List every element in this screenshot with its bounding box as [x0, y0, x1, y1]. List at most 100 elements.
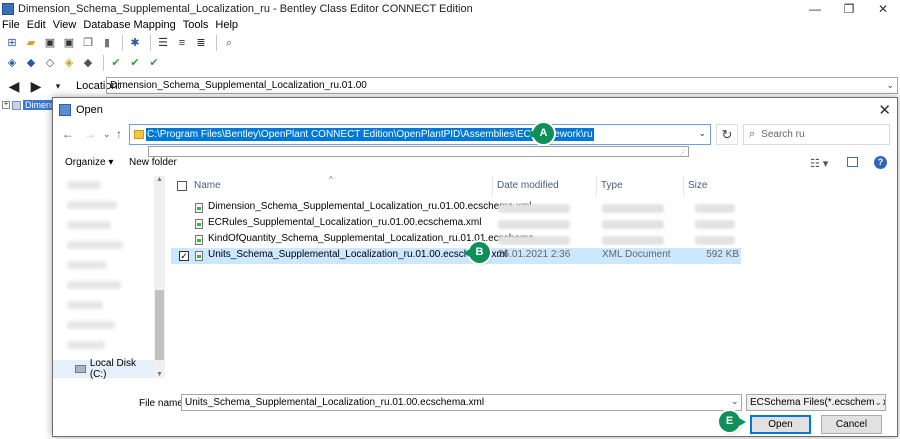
copy-icon[interactable]: ❐: [80, 35, 96, 51]
close-window-button[interactable]: ✕: [866, 0, 900, 18]
preview-pane-icon[interactable]: [847, 157, 858, 167]
nav-item-blurred[interactable]: [67, 341, 105, 349]
dialog-title: Open: [76, 104, 103, 116]
open-button[interactable]: Open: [750, 415, 811, 434]
list-view-icon[interactable]: ☰: [155, 35, 171, 51]
search-icon: ⌕: [749, 128, 756, 140]
nav-item-blurred[interactable]: [67, 181, 101, 189]
column-header-size[interactable]: Size: [684, 176, 741, 196]
file-list: ^ Name Date modified Type Size Dimension…: [171, 175, 741, 378]
scroll-down-icon[interactable]: ▼: [156, 371, 163, 378]
nav-item-blurred[interactable]: [67, 241, 123, 249]
schema-icon: [12, 100, 21, 110]
minimize-button[interactable]: —: [798, 0, 832, 18]
select-all-checkbox[interactable]: [177, 181, 187, 191]
close-icon[interactable]: ✕: [878, 101, 891, 119]
back-icon[interactable]: ←: [62, 127, 74, 141]
history-dropdown-icon[interactable]: ▾: [50, 78, 66, 94]
secondary-toolbar: ◈ ◆ ◇ ◈ ◆ ✔ ✔ ✔: [0, 53, 900, 73]
menu-file[interactable]: File: [0, 19, 25, 31]
forward-icon[interactable]: →: [84, 127, 96, 141]
open-folder-icon[interactable]: ▰: [23, 35, 39, 51]
file-type-select[interactable]: ECSchema Files(*.ecschema.xml ⌄: [746, 394, 886, 411]
scroll-up-icon[interactable]: ▲: [156, 176, 163, 183]
location-field[interactable]: Dimension_Schema_Supplemental_Localizati…: [106, 77, 898, 94]
save-as-icon[interactable]: ▣: [61, 35, 77, 51]
file-row[interactable]: Dimension_Schema_Supplemental_Localizati…: [171, 200, 741, 216]
nav-item-blurred[interactable]: [67, 301, 103, 309]
restore-button[interactable]: ❐: [832, 0, 866, 18]
refresh-icon[interactable]: ↻: [716, 124, 738, 145]
settings-gear-icon[interactable]: ✱: [127, 35, 143, 51]
help-icon[interactable]: ?: [874, 156, 887, 169]
cancel-button[interactable]: Cancel: [821, 415, 882, 434]
import-icon[interactable]: ✔: [127, 55, 143, 71]
column-header-name[interactable]: ^ Name: [171, 175, 493, 196]
chevron-down-icon[interactable]: ⌄: [886, 78, 894, 93]
callout-a: A: [527, 123, 554, 144]
search-icon[interactable]: ⌕: [221, 35, 237, 51]
scroll-thumb[interactable]: [155, 290, 164, 360]
nav-item-blurred[interactable]: [67, 201, 117, 209]
chevron-down-icon[interactable]: ⌄: [874, 395, 882, 410]
file-name: KindOfQuantity_Schema_Supplemental_Local…: [208, 233, 543, 244]
back-arrow-icon[interactable]: ◀: [6, 78, 22, 94]
forward-arrow-icon[interactable]: ▶: [28, 78, 44, 94]
nav-item-blurred[interactable]: [67, 281, 121, 289]
export-icon[interactable]: ✔: [146, 55, 162, 71]
blurred-size: [695, 220, 735, 229]
xml-file-icon: [195, 203, 203, 213]
change-view-icon[interactable]: ☷ ▾: [810, 157, 828, 170]
tree-view-icon[interactable]: ≡: [174, 35, 190, 51]
up-folder-icon[interactable]: ↑: [116, 127, 122, 141]
file-row[interactable]: KindOfQuantity_Schema_Supplemental_Local…: [171, 232, 741, 248]
add-class-icon[interactable]: ◈: [4, 55, 20, 71]
hierarchy-view-icon[interactable]: ≣: [193, 35, 209, 51]
toolbar-divider: [103, 55, 104, 71]
nav-scrollbar[interactable]: ▲ ▼: [154, 176, 165, 378]
add-struct-icon[interactable]: ◈: [61, 55, 77, 71]
add-relationship-icon[interactable]: ◇: [42, 55, 58, 71]
file-name-field[interactable]: [181, 394, 742, 411]
menu-help[interactable]: Help: [213, 19, 243, 31]
file-type-value: ECSchema Files(*.ecschema.xml: [750, 397, 886, 408]
column-header-row: ^ Name Date modified Type Size: [171, 175, 741, 196]
chevron-down-icon[interactable]: ⌄: [731, 396, 739, 407]
file-size: 592 KB: [706, 249, 739, 260]
nav-item-blurred[interactable]: [67, 321, 115, 329]
add-enum-icon[interactable]: ◆: [80, 55, 96, 71]
menu-tools[interactable]: Tools: [181, 19, 214, 31]
search-input[interactable]: [761, 129, 872, 140]
delete-icon[interactable]: ▮: [99, 35, 115, 51]
column-header-date[interactable]: Date modified: [493, 176, 597, 196]
menu-edit[interactable]: Edit: [25, 19, 51, 31]
new-folder-button[interactable]: New folder: [129, 157, 177, 168]
menu-database-mapping[interactable]: Database Mapping: [81, 19, 180, 31]
nav-item-local-disk[interactable]: Local Disk (C:): [53, 358, 154, 380]
nav-item-blurred[interactable]: [67, 221, 111, 229]
nav-item-blurred[interactable]: [67, 261, 107, 269]
organize-button[interactable]: Organize ▾: [65, 157, 113, 168]
column-date-label: Date modified: [497, 180, 559, 191]
search-box[interactable]: ⌕: [743, 124, 890, 145]
recent-locations-icon[interactable]: ⌄: [103, 129, 111, 140]
schema-tree-icon[interactable]: ⊞: [4, 35, 20, 51]
file-row[interactable]: ECRules_Supplemental_Localization_ru.01.…: [171, 216, 741, 232]
file-row-selected[interactable]: ✓ Units_Schema_Supplemental_Localization…: [171, 248, 741, 264]
save-icon[interactable]: ▣: [42, 35, 58, 51]
validate-icon[interactable]: ✔: [108, 55, 124, 71]
file-name: Dimension_Schema_Supplemental_Localizati…: [208, 201, 532, 212]
toolbar-divider: [216, 35, 217, 51]
app-icon: [2, 3, 14, 15]
menu-view[interactable]: View: [51, 19, 82, 31]
toolbar-divider: [150, 35, 151, 51]
add-property-icon[interactable]: ◆: [23, 55, 39, 71]
chevron-down-icon[interactable]: ⌄: [698, 128, 706, 139]
file-name-label: File name:: [139, 398, 186, 409]
column-header-type[interactable]: Type: [597, 176, 684, 196]
expand-icon[interactable]: +: [2, 101, 10, 109]
blurred-date: [498, 220, 570, 229]
column-size-label: Size: [688, 180, 708, 191]
address-bar[interactable]: C:\Program Files\Bentley\OpenPlant CONNE…: [129, 124, 711, 145]
row-checkbox[interactable]: ✓: [179, 251, 189, 261]
